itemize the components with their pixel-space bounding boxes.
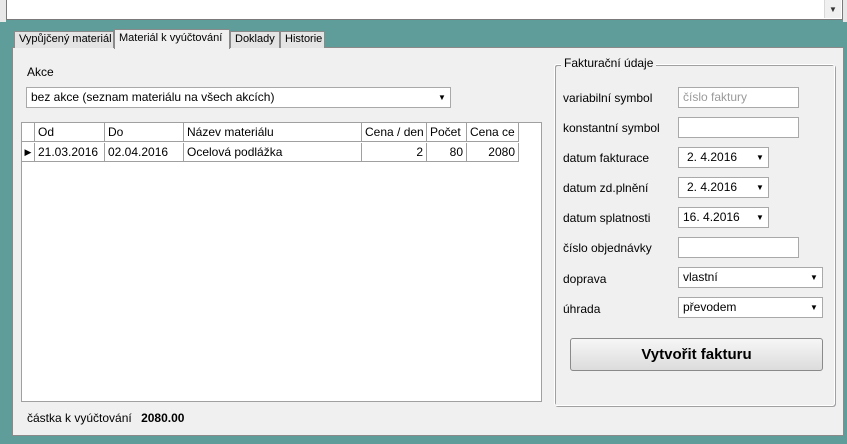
top-text-area[interactable]: ▼	[6, 0, 843, 20]
uhrada-select[interactable]: převodem ▼	[678, 297, 823, 318]
doprava-value: vlastní	[683, 270, 718, 284]
tab-doklady[interactable]: Doklady	[230, 31, 280, 48]
konstantni-symbol-label: konstantní symbol	[563, 121, 660, 135]
tab-historie[interactable]: Historie	[280, 31, 325, 48]
row-pointer-icon[interactable]: ▶	[22, 143, 35, 162]
chevron-down-icon: ▼	[810, 303, 818, 312]
chevron-down-icon: ▼	[756, 153, 764, 162]
variabilni-symbol-label: variabilní symbol	[563, 91, 653, 105]
window-edge-right	[843, 0, 847, 22]
uhrada-label: úhrada	[563, 302, 601, 316]
cislo-objednavky-input[interactable]	[678, 237, 799, 258]
total-label: částka k vyúčtování	[27, 411, 132, 425]
table-row-od[interactable]: 21.03.2016	[35, 143, 105, 162]
col-header-pocet[interactable]: Počet	[427, 123, 467, 142]
akce-label: Akce	[27, 65, 54, 79]
table-row-cena-celkem[interactable]: 2080	[467, 143, 519, 162]
chevron-down-icon: ▼	[810, 273, 818, 282]
col-header-cena-celkem[interactable]: Cena ce	[467, 123, 519, 142]
col-header-do[interactable]: Do	[105, 123, 184, 142]
col-header-od[interactable]: Od	[35, 123, 105, 142]
datum-plneni-value: 2. 4.2016	[687, 180, 738, 194]
grid-corner	[22, 123, 35, 142]
chevron-down-icon: ▼	[756, 183, 764, 192]
datum-fakturace-value: 2. 4.2016	[687, 150, 738, 164]
variabilni-symbol-input[interactable]: číslo faktury	[678, 87, 799, 108]
datum-splatnosti-value: 16. 4.2016	[683, 210, 740, 224]
akce-select[interactable]: bez akce (seznam materiálu na všech akcí…	[26, 87, 451, 108]
table-row-nazev[interactable]: Ocelová podlážka	[184, 143, 362, 162]
chevron-down-icon: ▼	[756, 213, 764, 222]
material-grid: Od Do Název materiálu Cena / den Počet C…	[21, 122, 542, 402]
table-row-do[interactable]: 02.04.2016	[105, 143, 184, 162]
col-header-nazev[interactable]: Název materiálu	[184, 123, 362, 142]
chevron-down-icon: ▼	[438, 93, 446, 102]
doprava-label: doprava	[563, 272, 607, 286]
datum-plneni-picker[interactable]: 2. 4.2016 ▼	[678, 177, 769, 198]
tab-material-k-vyuctovani[interactable]: Materiál k vyúčtování	[114, 29, 230, 49]
konstantni-symbol-input[interactable]	[678, 117, 799, 138]
doprava-select[interactable]: vlastní ▼	[678, 267, 823, 288]
col-header-cena-den[interactable]: Cena / den	[362, 123, 427, 142]
datum-plneni-label: datum zd.plnění	[563, 181, 649, 195]
datum-fakturace-label: datum fakturace	[563, 151, 650, 165]
invoice-group-title: Fakturační údaje	[561, 56, 657, 70]
table-row-cena-den[interactable]: 2	[362, 143, 427, 162]
table-row-pocet[interactable]: 80	[427, 143, 467, 162]
akce-select-value: bez akce (seznam materiálu na všech akcí…	[31, 90, 275, 104]
scroll-down-icon[interactable]: ▼	[824, 0, 841, 18]
create-invoice-button[interactable]: Vytvořit fakturu	[570, 338, 823, 371]
datum-fakturace-picker[interactable]: 2. 4.2016 ▼	[678, 147, 769, 168]
cislo-objednavky-label: číslo objednávky	[563, 241, 652, 255]
uhrada-value: převodem	[683, 300, 737, 314]
tab-vypujceny-material[interactable]: Vypůjčený materiál	[14, 31, 114, 48]
datum-splatnosti-label: datum splatnosti	[563, 211, 651, 225]
total-value: 2080.00	[141, 411, 185, 425]
total-amount: částka k vyúčtování 2080.00	[27, 411, 184, 425]
datum-splatnosti-picker[interactable]: 16. 4.2016 ▼	[678, 207, 769, 228]
